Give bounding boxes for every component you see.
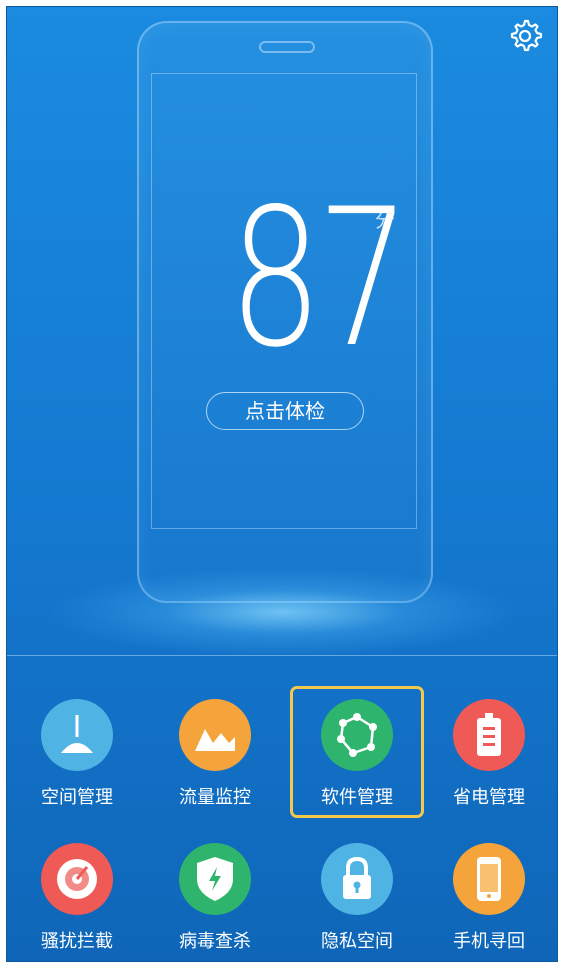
tool-power-saving[interactable]: 省电管理 [423, 687, 555, 817]
glow-effect [47, 567, 519, 657]
health-score: 87 [228, 168, 411, 389]
tool-software-management[interactable]: 软件管理 [290, 686, 424, 818]
shield-bolt-icon [197, 857, 233, 901]
battery-icon [477, 713, 501, 756]
tool-icon-circle [179, 843, 251, 915]
phone-speaker [259, 41, 315, 53]
tool-label: 骚扰拦截 [41, 931, 113, 952]
tool-label: 隐私空间 [321, 931, 393, 952]
traffic-chart-icon [195, 729, 235, 751]
tool-label: 软件管理 [321, 787, 393, 808]
divider [7, 655, 557, 656]
tool-label: 病毒查杀 [179, 931, 251, 952]
block-target-icon [57, 859, 97, 899]
tool-icon-circle [321, 843, 393, 915]
tool-label: 流量监控 [179, 787, 251, 808]
tool-icon-circle [179, 699, 251, 771]
tool-virus-scan[interactable]: 病毒查杀 [149, 831, 281, 961]
settings-button[interactable] [507, 17, 543, 53]
tool-private-space[interactable]: 隐私空间 [291, 831, 423, 961]
tool-icon-circle [41, 843, 113, 915]
score-unit: 分 [375, 208, 395, 232]
lock-icon [343, 856, 371, 899]
tool-icon-circle [321, 699, 393, 771]
tool-label: 手机寻回 [453, 931, 525, 952]
phone-screen: 87 分 点击体检 [151, 73, 417, 529]
phone-illustration: 87 分 点击体检 [137, 21, 433, 603]
tool-traffic-monitor[interactable]: 流量监控 [149, 687, 281, 817]
hexagon-network-icon [337, 713, 377, 757]
tool-icon-circle [41, 699, 113, 771]
phone-icon [477, 857, 501, 901]
broom-icon [61, 715, 93, 753]
app-screen: 87 分 点击体检 空间管理 流量监控 软件管理 省电管理 骚扰拦截 病毒查杀 … [6, 6, 558, 962]
tool-harassment-block[interactable]: 骚扰拦截 [11, 831, 143, 961]
tool-label: 省电管理 [453, 787, 525, 808]
check-up-button[interactable]: 点击体检 [206, 392, 364, 430]
gear-icon [510, 19, 543, 52]
tool-label: 空间管理 [41, 787, 113, 808]
tool-space-management[interactable]: 空间管理 [11, 687, 143, 817]
tool-phone-finder[interactable]: 手机寻回 [423, 831, 555, 961]
tool-icon-circle [453, 843, 525, 915]
tool-icon-circle [453, 699, 525, 771]
